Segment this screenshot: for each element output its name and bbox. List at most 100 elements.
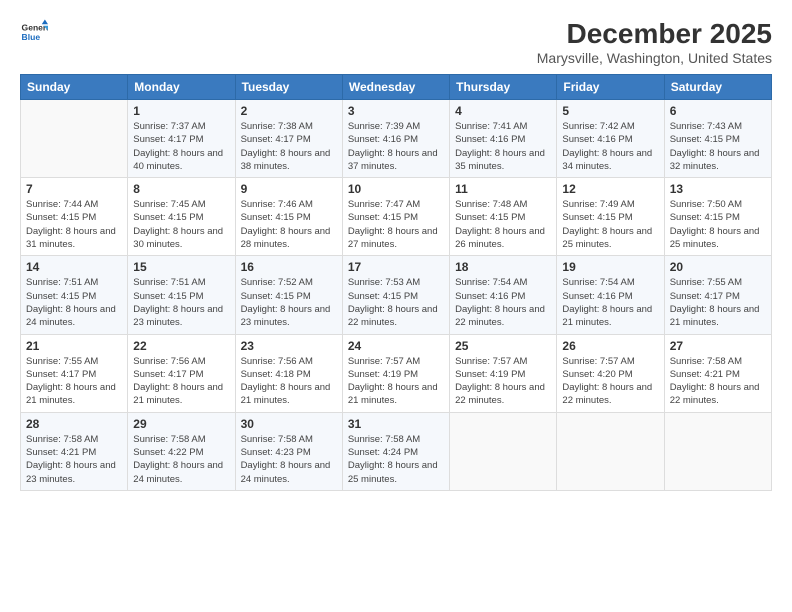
day-info: Sunrise: 7:43 AMSunset: 4:15 PMDaylight:… xyxy=(670,120,766,173)
header: General Blue December 2025 Marysville, W… xyxy=(20,18,772,66)
day-number: 23 xyxy=(241,339,337,353)
cell-w5-d2: 30Sunrise: 7:58 AMSunset: 4:23 PMDayligh… xyxy=(235,412,342,490)
day-info: Sunrise: 7:49 AMSunset: 4:15 PMDaylight:… xyxy=(562,198,658,251)
week-row-3: 14 Sunrise: 7:51 AMSunset: 4:15 PMDayligh… xyxy=(21,256,772,334)
cell-w5-d0: 28 Sunrise: 7:58 AMSunset: 4:21 PMDayligh… xyxy=(21,412,128,490)
day-info: Sunrise: 7:50 AMSunset: 4:15 PMDaylight:… xyxy=(670,198,766,251)
subtitle: Marysville, Washington, United States xyxy=(537,50,772,66)
cell-w4-d2: 23 Sunrise: 7:56 AMSunset: 4:18 PMDayligh… xyxy=(235,334,342,412)
cell-w2-d3: 10Sunrise: 7:47 AMSunset: 4:15 PMDayligh… xyxy=(342,178,449,256)
col-thursday: Thursday xyxy=(450,75,557,100)
cell-w4-d6: 27 Sunrise: 7:58 AMSunset: 4:21 PMDayligh… xyxy=(664,334,771,412)
day-info: Sunrise: 7:56 AMSunset: 4:17 PMDaylight:… xyxy=(133,355,229,408)
day-number: 26 xyxy=(562,339,658,353)
cell-w4-d4: 25 Sunrise: 7:57 AMSunset: 4:19 PMDayligh… xyxy=(450,334,557,412)
day-number: 7 xyxy=(26,182,122,196)
cell-w5-d6 xyxy=(664,412,771,490)
day-number: 18 xyxy=(455,260,551,274)
main-title: December 2025 xyxy=(537,18,772,50)
cell-w1-d6: 6 Sunrise: 7:43 AMSunset: 4:15 PMDaylight… xyxy=(664,100,771,178)
day-number: 2 xyxy=(241,104,337,118)
day-info: Sunrise: 7:58 AMSunset: 4:21 PMDaylight:… xyxy=(670,355,766,408)
day-number: 15 xyxy=(133,260,229,274)
cell-w2-d1: 8 Sunrise: 7:45 AMSunset: 4:15 PMDaylight… xyxy=(128,178,235,256)
cell-w2-d6: 13 Sunrise: 7:50 AMSunset: 4:15 PMDayligh… xyxy=(664,178,771,256)
day-number: 1 xyxy=(133,104,229,118)
day-info: Sunrise: 7:57 AMSunset: 4:19 PMDaylight:… xyxy=(348,355,444,408)
day-info: Sunrise: 7:47 AMSunset: 4:15 PMDaylight:… xyxy=(348,198,444,251)
day-number: 6 xyxy=(670,104,766,118)
cell-w3-d4: 18 Sunrise: 7:54 AMSunset: 4:16 PMDayligh… xyxy=(450,256,557,334)
cell-w3-d1: 15 Sunrise: 7:51 AMSunset: 4:15 PMDayligh… xyxy=(128,256,235,334)
cell-w3-d2: 16 Sunrise: 7:52 AMSunset: 4:15 PMDayligh… xyxy=(235,256,342,334)
day-info: Sunrise: 7:58 AMSunset: 4:21 PMDaylight:… xyxy=(26,433,122,486)
col-tuesday: Tuesday xyxy=(235,75,342,100)
day-number: 31 xyxy=(348,417,444,431)
day-info: Sunrise: 7:45 AMSunset: 4:15 PMDaylight:… xyxy=(133,198,229,251)
cell-w4-d1: 22Sunrise: 7:56 AMSunset: 4:17 PMDayligh… xyxy=(128,334,235,412)
day-info: Sunrise: 7:51 AMSunset: 4:15 PMDaylight:… xyxy=(133,276,229,329)
day-info: Sunrise: 7:52 AMSunset: 4:15 PMDaylight:… xyxy=(241,276,337,329)
cell-w2-d0: 7 Sunrise: 7:44 AMSunset: 4:15 PMDaylight… xyxy=(21,178,128,256)
cell-w1-d5: 5Sunrise: 7:42 AMSunset: 4:16 PMDaylight… xyxy=(557,100,664,178)
cell-w3-d5: 19 Sunrise: 7:54 AMSunset: 4:16 PMDayligh… xyxy=(557,256,664,334)
day-number: 8 xyxy=(133,182,229,196)
day-info: Sunrise: 7:37 AMSunset: 4:17 PMDaylight:… xyxy=(133,120,229,173)
day-info: Sunrise: 7:53 AMSunset: 4:15 PMDaylight:… xyxy=(348,276,444,329)
day-number: 25 xyxy=(455,339,551,353)
day-info: Sunrise: 7:44 AMSunset: 4:15 PMDaylight:… xyxy=(26,198,122,251)
day-number: 14 xyxy=(26,260,122,274)
cell-w5-d3: 31 Sunrise: 7:58 AMSunset: 4:24 PMDayligh… xyxy=(342,412,449,490)
cell-w5-d4 xyxy=(450,412,557,490)
day-number: 4 xyxy=(455,104,551,118)
cell-w4-d5: 26Sunrise: 7:57 AMSunset: 4:20 PMDayligh… xyxy=(557,334,664,412)
day-info: Sunrise: 7:48 AMSunset: 4:15 PMDaylight:… xyxy=(455,198,551,251)
svg-text:Blue: Blue xyxy=(22,32,41,42)
day-info: Sunrise: 7:41 AMSunset: 4:16 PMDaylight:… xyxy=(455,120,551,173)
day-info: Sunrise: 7:58 AMSunset: 4:24 PMDaylight:… xyxy=(348,433,444,486)
day-number: 12 xyxy=(562,182,658,196)
cell-w4-d3: 24 Sunrise: 7:57 AMSunset: 4:19 PMDayligh… xyxy=(342,334,449,412)
cell-w5-d1: 29Sunrise: 7:58 AMSunset: 4:22 PMDayligh… xyxy=(128,412,235,490)
col-saturday: Saturday xyxy=(664,75,771,100)
day-number: 28 xyxy=(26,417,122,431)
day-number: 3 xyxy=(348,104,444,118)
calendar-table: Sunday Monday Tuesday Wednesday Thursday… xyxy=(20,74,772,491)
logo: General Blue xyxy=(20,18,48,46)
day-number: 13 xyxy=(670,182,766,196)
cell-w1-d1: 1 Sunrise: 7:37 AMSunset: 4:17 PMDaylight… xyxy=(128,100,235,178)
cell-w3-d6: 20Sunrise: 7:55 AMSunset: 4:17 PMDayligh… xyxy=(664,256,771,334)
col-sunday: Sunday xyxy=(21,75,128,100)
cell-w1-d3: 3 Sunrise: 7:39 AMSunset: 4:16 PMDaylight… xyxy=(342,100,449,178)
day-info: Sunrise: 7:57 AMSunset: 4:19 PMDaylight:… xyxy=(455,355,551,408)
day-info: Sunrise: 7:39 AMSunset: 4:16 PMDaylight:… xyxy=(348,120,444,173)
week-row-1: 1 Sunrise: 7:37 AMSunset: 4:17 PMDaylight… xyxy=(21,100,772,178)
cell-w3-d0: 14Sunrise: 7:51 AMSunset: 4:15 PMDayligh… xyxy=(21,256,128,334)
day-number: 24 xyxy=(348,339,444,353)
day-info: Sunrise: 7:55 AMSunset: 4:17 PMDaylight:… xyxy=(670,276,766,329)
logo-icon: General Blue xyxy=(20,18,48,46)
cell-w2-d4: 11 Sunrise: 7:48 AMSunset: 4:15 PMDayligh… xyxy=(450,178,557,256)
day-number: 19 xyxy=(562,260,658,274)
day-info: Sunrise: 7:58 AMSunset: 4:23 PMDaylight:… xyxy=(241,433,337,486)
col-friday: Friday xyxy=(557,75,664,100)
week-row-5: 28 Sunrise: 7:58 AMSunset: 4:21 PMDayligh… xyxy=(21,412,772,490)
day-info: Sunrise: 7:54 AMSunset: 4:16 PMDaylight:… xyxy=(562,276,658,329)
day-number: 27 xyxy=(670,339,766,353)
cell-w3-d3: 17 Sunrise: 7:53 AMSunset: 4:15 PMDayligh… xyxy=(342,256,449,334)
day-info: Sunrise: 7:55 AMSunset: 4:17 PMDaylight:… xyxy=(26,355,122,408)
cell-w4-d0: 21 Sunrise: 7:55 AMSunset: 4:17 PMDayligh… xyxy=(21,334,128,412)
week-row-2: 7 Sunrise: 7:44 AMSunset: 4:15 PMDaylight… xyxy=(21,178,772,256)
cell-w5-d5 xyxy=(557,412,664,490)
day-info: Sunrise: 7:54 AMSunset: 4:16 PMDaylight:… xyxy=(455,276,551,329)
day-info: Sunrise: 7:56 AMSunset: 4:18 PMDaylight:… xyxy=(241,355,337,408)
day-number: 21 xyxy=(26,339,122,353)
day-number: 16 xyxy=(241,260,337,274)
day-info: Sunrise: 7:38 AMSunset: 4:17 PMDaylight:… xyxy=(241,120,337,173)
page: General Blue December 2025 Marysville, W… xyxy=(0,0,792,612)
cell-w2-d2: 9Sunrise: 7:46 AMSunset: 4:15 PMDaylight… xyxy=(235,178,342,256)
calendar-header-row: Sunday Monday Tuesday Wednesday Thursday… xyxy=(21,75,772,100)
day-number: 11 xyxy=(455,182,551,196)
day-number: 17 xyxy=(348,260,444,274)
title-block: December 2025 Marysville, Washington, Un… xyxy=(537,18,772,66)
